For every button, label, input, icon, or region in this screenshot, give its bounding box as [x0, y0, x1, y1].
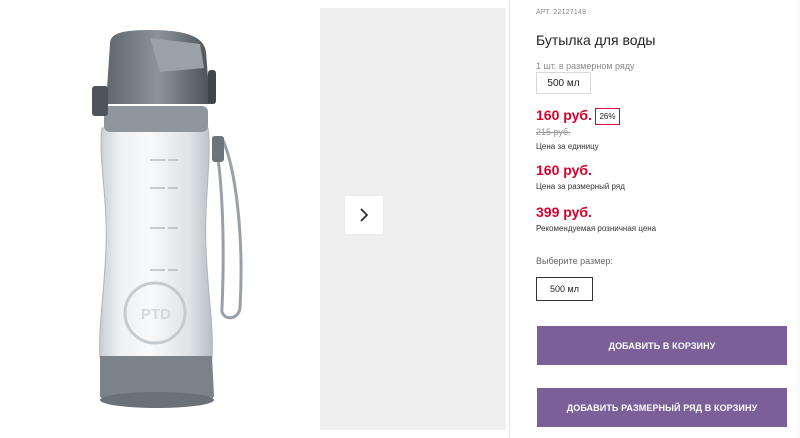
price-retail: 399 руб. — [536, 204, 592, 220]
size-selector-label: Выберите размер: — [536, 256, 613, 266]
price-range: 160 руб. — [536, 162, 592, 178]
add-to-cart-button[interactable]: ДОБАВИТЬ В КОРЗИНУ — [537, 326, 787, 365]
retail-price-label: Рекомендуемая розничная цена — [536, 224, 657, 233]
page-right-edge — [796, 0, 800, 438]
add-range-to-cart-button[interactable]: ДОБАВИТЬ РАЗМЕРНЫЙ РЯД В КОРЗИНУ — [537, 388, 787, 427]
article-number: АРТ. 22127149 — [536, 9, 587, 16]
pack-label: 1 шт. в размерном ряду — [536, 61, 635, 71]
main-product-image[interactable]: PTD — [0, 8, 320, 430]
pack-value-chip: 500 мл — [536, 72, 591, 94]
product-title: Бутылка для воды — [536, 32, 656, 48]
next-image-button[interactable] — [345, 196, 383, 234]
unit-price-label: Цена за единицу — [536, 142, 599, 151]
price-old: 215 руб. — [536, 127, 571, 137]
product-gallery: PTD — [0, 0, 510, 438]
range-price-label: Цена за размерный ряд — [536, 182, 625, 191]
gallery-divider — [509, 0, 510, 438]
bottle-logo-text: PTD — [141, 306, 171, 323]
water-bottle-image: PTD — [92, 30, 243, 408]
chevron-right-icon — [360, 208, 369, 222]
discount-badge: 26% — [595, 108, 620, 125]
price-current: 160 руб. — [536, 107, 592, 123]
size-option-500ml[interactable]: 500 мл — [536, 277, 593, 301]
